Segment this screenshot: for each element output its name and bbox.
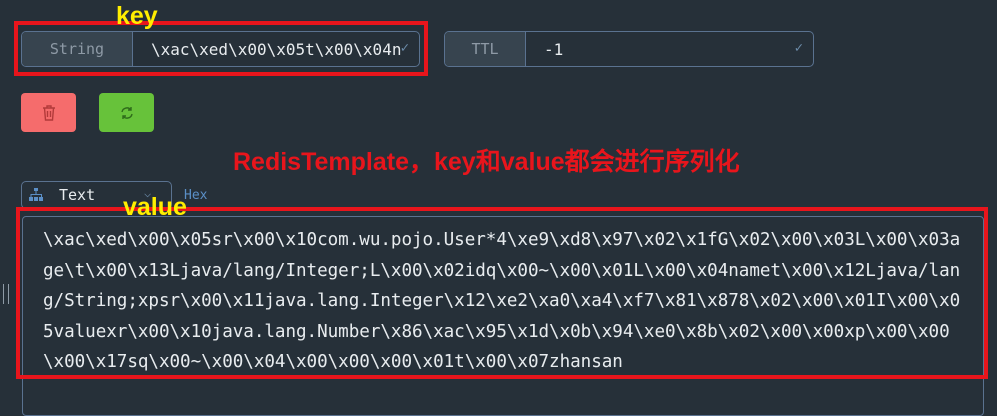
- check-icon[interactable]: ✓: [795, 40, 803, 56]
- ttl-value: -1: [544, 39, 564, 59]
- format-selected: Text: [59, 186, 96, 204]
- key-highlight-box: [14, 21, 428, 76]
- ttl-input-group: TTL -1 ✓: [444, 31, 814, 67]
- trash-icon: [42, 104, 55, 121]
- ttl-label: TTL: [445, 32, 526, 66]
- tree-structure-icon: [29, 188, 43, 201]
- value-highlight-box: [16, 207, 988, 379]
- key-annotation: key: [116, 2, 158, 30]
- resize-handle[interactable]: [3, 284, 9, 304]
- hex-toggle[interactable]: Hex: [184, 188, 207, 203]
- delete-button[interactable]: [21, 93, 76, 132]
- value-annotation: value: [123, 193, 187, 221]
- refresh-button[interactable]: [99, 93, 154, 132]
- ttl-input[interactable]: -1 ✓: [526, 32, 813, 66]
- refresh-icon: [120, 106, 133, 119]
- serialization-note: RedisTemplate，key和value都会进行序列化: [233, 148, 740, 176]
